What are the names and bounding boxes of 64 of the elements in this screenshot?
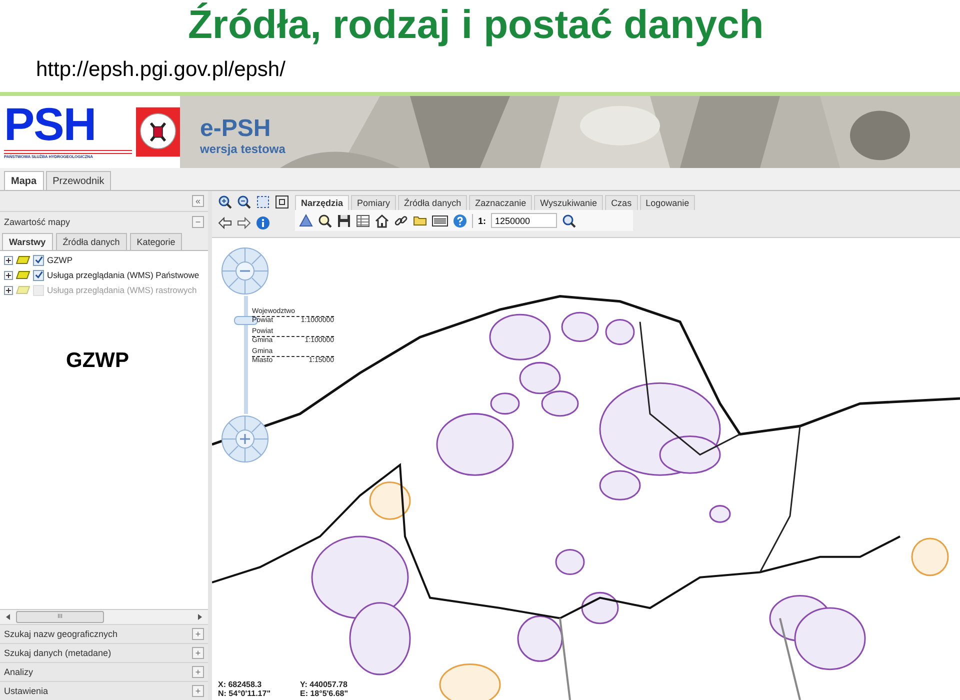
zoom-in-icon[interactable]: [218, 195, 232, 209]
link-icon[interactable]: [394, 214, 408, 228]
main-tab[interactable]: Przewodnik: [46, 171, 112, 190]
expand-icon[interactable]: [4, 286, 13, 294]
layer-style-icon: [16, 271, 30, 279]
app-name: e-PSH: [200, 116, 272, 142]
search-icon[interactable]: [318, 214, 332, 228]
toolbar-tab[interactable]: Źródła danych: [398, 195, 468, 210]
layer-style-icon: [16, 286, 30, 294]
scale-field[interactable]: 1250000: [491, 213, 558, 228]
minimize-button[interactable]: −: [192, 216, 204, 228]
coordinate-text: Y: 440057.78: [300, 680, 348, 689]
info-icon[interactable]: [256, 216, 270, 230]
coordinate-text: E: 18°5'6.68": [300, 689, 350, 698]
panel-title: Zawartość mapy: [4, 216, 70, 226]
main-tab[interactable]: Mapa: [4, 171, 44, 190]
layer-name[interactable]: GZWP: [47, 255, 72, 265]
layers-icon[interactable]: [299, 214, 313, 228]
panel-tab[interactable]: Warstwy: [2, 233, 53, 250]
zoom-to-scale-icon[interactable]: [562, 214, 576, 228]
layer-checkbox[interactable]: [33, 254, 44, 266]
back-arrow-icon[interactable]: [218, 217, 232, 229]
select-box-icon[interactable]: [256, 195, 270, 209]
expand-button[interactable]: +: [192, 628, 204, 640]
zoom-out-icon[interactable]: [237, 195, 251, 209]
logo-text: PSH: [4, 98, 132, 154]
expand-icon[interactable]: [4, 270, 13, 280]
table-icon[interactable]: [356, 214, 370, 228]
layer-style-icon: [16, 256, 30, 264]
full-extent-icon[interactable]: [275, 195, 289, 209]
layer-checkbox[interactable]: [33, 270, 44, 280]
section-title[interactable]: Ustawienia: [4, 686, 48, 696]
app-subtitle: wersja testowa: [200, 142, 286, 156]
toolbar-tab[interactable]: Logowanie: [640, 195, 696, 210]
slide-title: Źródła, rodzaj i postać danych: [187, 2, 765, 49]
home-icon[interactable]: [375, 214, 389, 228]
scroll-right-icon[interactable]: [198, 614, 202, 620]
scroll-left-icon[interactable]: [6, 614, 10, 620]
section-title[interactable]: Analizy: [4, 667, 34, 677]
toolbar-tab[interactable]: Zaznaczanie: [469, 195, 532, 210]
expand-icon[interactable]: [4, 256, 13, 264]
expand-button[interactable]: +: [192, 685, 204, 697]
collapse-button[interactable]: «: [192, 195, 204, 207]
toolbar-tab[interactable]: Czas: [605, 195, 638, 210]
url-text: http://epsh.pgi.gov.pl/epsh/: [35, 57, 286, 83]
toolbar-tab[interactable]: Narzędzia: [295, 195, 350, 210]
forward-arrow-icon[interactable]: [237, 217, 251, 229]
help-icon[interactable]: [453, 214, 467, 228]
save-icon[interactable]: [337, 214, 351, 228]
toolbar-tab[interactable]: Pomiary: [351, 195, 396, 210]
panel-tab[interactable]: Źródła danych: [56, 233, 127, 250]
legend-icon[interactable]: [432, 214, 448, 228]
section-title[interactable]: Szukaj nazw geograficznych: [4, 629, 118, 639]
expand-button[interactable]: +: [192, 666, 204, 678]
scale-label: 1:: [478, 216, 486, 226]
toolbar-tab[interactable]: Wyszukiwanie: [534, 195, 604, 210]
folder-icon[interactable]: [413, 214, 427, 228]
coordinate-text: X: 682458.3: [218, 680, 263, 689]
overlay-label: GZWP: [66, 349, 130, 373]
panel-tab[interactable]: Kategorie: [130, 233, 182, 250]
coordinate-text: N: 54°0'11.17": [218, 689, 272, 698]
layer-name[interactable]: Usługa przeglądania (WMS) Państwowe: [47, 270, 200, 280]
section-title[interactable]: Szukaj danych (metadane): [4, 648, 112, 658]
expand-button[interactable]: +: [192, 647, 204, 659]
